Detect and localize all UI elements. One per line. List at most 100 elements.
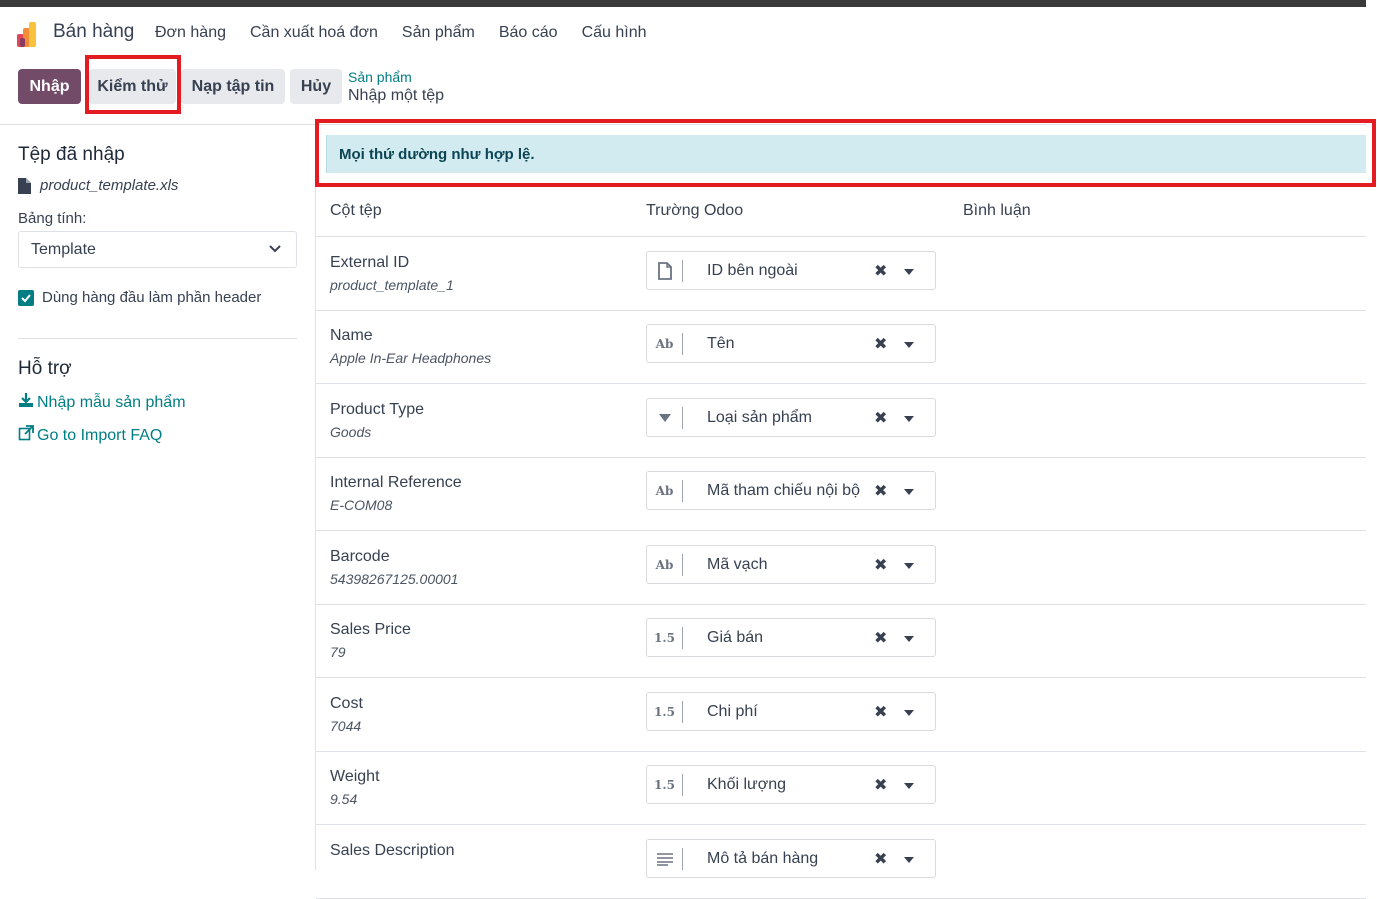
column-header-odoo-field: Trường Odoo <box>646 202 744 219</box>
caret-down-icon[interactable] <box>904 636 914 642</box>
table-row: Sales Description Mô tả bán hàng ✖ <box>316 825 1366 899</box>
breadcrumb-current: Nhập một tệp <box>348 87 445 104</box>
caret-down-icon[interactable] <box>904 563 914 569</box>
file-column-name: Barcode <box>330 548 390 565</box>
file-column-name: Internal Reference <box>330 474 462 491</box>
menu-item-orders[interactable]: Đơn hàng <box>155 24 226 42</box>
caret-down-icon[interactable] <box>904 269 914 275</box>
file-column-sample: 7044 <box>330 718 362 734</box>
file-column-name: Cost <box>330 695 363 712</box>
odoo-field-select[interactable]: 1.5 Giá bán ✖ <box>646 618 936 657</box>
file-column-name: Name <box>330 327 373 344</box>
odoo-field-value: Mã tham chiếu nội bộ <box>707 482 860 499</box>
file-column-sample: Apple In-Ear Headphones <box>330 350 492 366</box>
chevron-down-icon <box>268 242 282 261</box>
text-type-icon: Ab <box>647 554 683 576</box>
download-icon <box>18 392 37 413</box>
imported-file-title: Tệp đã nhập <box>18 144 125 165</box>
text-type-icon: Ab <box>647 333 683 355</box>
clear-icon[interactable]: ✖ <box>874 334 887 354</box>
caret-down-icon[interactable] <box>904 710 914 716</box>
caret-down-icon[interactable] <box>904 489 914 495</box>
file-name: product_template.xls <box>40 177 179 194</box>
odoo-field-value: ID bên ngoài <box>707 262 798 279</box>
odoo-field-select[interactable]: Ab Tên ✖ <box>646 324 936 363</box>
load-file-button[interactable]: Nạp tập tin <box>181 69 285 104</box>
file-column-name: Weight <box>330 768 380 785</box>
top-navbar: Bán hàng Đơn hàng Cần xuất hoá đơn Sản p… <box>0 7 1377 60</box>
table-row: Cost 7044 1.5 Chi phí ✖ <box>316 678 1366 752</box>
import-faq-link[interactable]: Go to Import FAQ <box>18 425 162 446</box>
file-icon <box>18 177 31 194</box>
file-column-name: Sales Price <box>330 621 411 638</box>
caret-down-icon[interactable] <box>904 857 914 863</box>
table-row: External ID product_template_1 ID bên ngoà… <box>316 237 1366 311</box>
caret-down-icon[interactable] <box>904 416 914 422</box>
odoo-field-select[interactable]: 1.5 Chi phí ✖ <box>646 692 936 731</box>
float-type-icon: 1.5 <box>647 774 683 796</box>
float-type-icon: 1.5 <box>647 701 683 723</box>
checkbox-label: Dùng hàng đầu làm phần header <box>42 289 262 306</box>
test-button[interactable]: Kiểm thử <box>89 69 176 104</box>
sheet-select[interactable]: Template <box>18 231 297 268</box>
header-divider <box>0 124 1366 125</box>
odoo-field-value: Khối lượng <box>707 776 787 793</box>
clear-icon[interactable]: ✖ <box>874 261 887 281</box>
odoo-field-value: Mô tả bán hàng <box>707 850 819 867</box>
clear-icon[interactable]: ✖ <box>874 702 887 722</box>
import-faq-link-label: Go to Import FAQ <box>37 426 163 444</box>
top-strip <box>0 0 1366 7</box>
float-type-icon: 1.5 <box>647 627 683 649</box>
caret-down-icon[interactable] <box>904 783 914 789</box>
breadcrumb: Sản phẩm Nhập một tệp <box>348 69 444 105</box>
file-column-sample: 9.54 <box>330 791 358 807</box>
clear-icon[interactable]: ✖ <box>874 628 887 648</box>
clear-icon[interactable]: ✖ <box>874 775 887 795</box>
table-row: Weight 9.54 1.5 Khối lượng ✖ <box>316 751 1366 825</box>
import-template-link[interactable]: Nhập mẫu sản phẩm <box>18 392 186 413</box>
file-column-name: Product Type <box>330 401 424 418</box>
odoo-field-select[interactable]: Loại sản phẩm ✖ <box>646 398 936 437</box>
sheet-select-value: Template <box>31 240 96 258</box>
import-button[interactable]: Nhập <box>18 69 81 104</box>
clear-icon[interactable]: ✖ <box>874 849 887 869</box>
odoo-field-select[interactable]: ID bên ngoài ✖ <box>646 251 936 290</box>
file-column-name: External ID <box>330 254 410 271</box>
odoo-field-select[interactable]: Ab Mã vạch ✖ <box>646 545 936 584</box>
text-type-icon: Ab <box>647 480 683 502</box>
column-header-comments: Bình luận <box>963 202 1031 219</box>
clear-icon[interactable]: ✖ <box>874 555 887 575</box>
file-column-sample: E-COM08 <box>330 497 393 513</box>
import-template-link-label: Nhập mẫu sản phẩm <box>37 393 186 411</box>
clear-icon[interactable]: ✖ <box>874 408 887 428</box>
odoo-field-select[interactable]: Ab Mã tham chiếu nội bộ ✖ <box>646 471 936 510</box>
sales-app-logo-icon[interactable] <box>17 20 43 47</box>
file-column-sample: 54398267125.00001 <box>330 571 459 587</box>
cancel-button[interactable]: Hủy <box>290 69 342 104</box>
clear-icon[interactable]: ✖ <box>874 481 887 501</box>
menu-item-reporting[interactable]: Báo cáo <box>499 24 558 42</box>
file-column-sample: 79 <box>330 644 346 660</box>
breadcrumb-products-link[interactable]: Sản phẩm <box>348 69 444 85</box>
use-first-row-header-checkbox[interactable]: Dùng hàng đầu làm phần header <box>18 289 261 306</box>
main-menu: Đơn hàng Cần xuất hoá đơn Sản phẩm Báo c… <box>155 24 671 42</box>
sidebar-separator <box>18 338 297 339</box>
caret-down-icon[interactable] <box>904 342 914 348</box>
imported-file: product_template.xls <box>18 177 178 194</box>
odoo-field-select[interactable]: Mô tả bán hàng ✖ <box>646 839 936 878</box>
file-icon <box>647 260 683 282</box>
table-row: Barcode 54398267125.00001 Ab Mã vạch ✖ <box>316 531 1366 605</box>
odoo-field-value: Tên <box>707 335 735 352</box>
validation-alert: Mọi thứ dường như hợp lệ. <box>326 135 1366 173</box>
app-name[interactable]: Bán hàng <box>53 21 134 43</box>
html-type-icon <box>647 848 683 870</box>
checkbox-checked-icon[interactable] <box>18 289 34 306</box>
selection-type-icon <box>647 407 683 429</box>
menu-item-to-invoice[interactable]: Cần xuất hoá đơn <box>250 24 378 42</box>
menu-item-products[interactable]: Sản phẩm <box>402 24 475 42</box>
menu-item-configuration[interactable]: Cấu hình <box>582 24 647 42</box>
help-title: Hỗ trợ <box>18 358 72 379</box>
table-row: Internal Reference E-COM08 Ab Mã tham chiếu… <box>316 457 1366 531</box>
odoo-field-select[interactable]: 1.5 Khối lượng ✖ <box>646 765 936 804</box>
odoo-field-value: Loại sản phẩm <box>707 409 812 426</box>
